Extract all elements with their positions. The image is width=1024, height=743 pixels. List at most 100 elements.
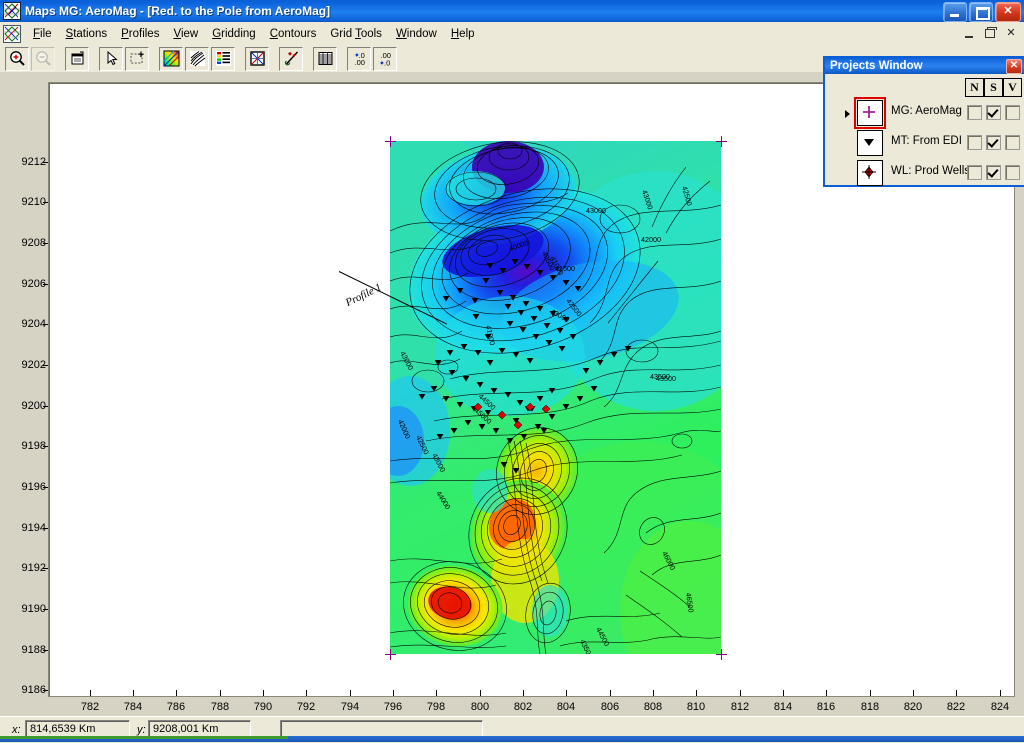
grid-image-icon (249, 50, 266, 67)
menu-gridding[interactable]: Gridding (205, 25, 262, 43)
title-bar: Maps MG: AeroMag - [Red. to the Pole fro… (0, 0, 1024, 22)
mdi-restore-button[interactable] (981, 25, 999, 42)
checkbox-s-aeromag[interactable] (986, 105, 1001, 120)
x-tick-label: 790 (253, 701, 273, 713)
corner-marker-se (716, 649, 727, 660)
column-header-n: N (965, 78, 984, 97)
application-window: Maps MG: AeroMag - [Red. to the Pole fro… (0, 0, 1024, 743)
plus-marker-icon[interactable] (854, 97, 886, 129)
decrease-decimals-button[interactable]: .00 ✦ .0 (373, 46, 397, 71)
x-tick-label: 816 (816, 701, 836, 713)
current-row-arrow (845, 110, 850, 118)
menu-contours[interactable]: Contours (263, 25, 324, 43)
menu-help[interactable]: Help (444, 25, 482, 43)
rubber-band-zoom-button[interactable] (125, 46, 149, 71)
increase-decimals-button[interactable]: ✦ .0 .00 (347, 46, 371, 71)
color-fill-button[interactable] (159, 46, 183, 71)
x-tick-label: 784 (123, 701, 143, 713)
projects-window[interactable]: Projects Window ✕ N S V MG: AeroMag MT: … (823, 56, 1024, 187)
x-coordinate-label: x: (12, 724, 21, 736)
svg-text:.0: .0 (384, 58, 390, 67)
data-table-button[interactable] (313, 46, 337, 71)
checkbox-s-prod-wells[interactable] (986, 165, 1001, 180)
x-tick-label: 800 (470, 701, 490, 713)
x-tick-label: 794 (340, 701, 360, 713)
restore-button[interactable] (969, 2, 993, 22)
x-tick-label: 796 (383, 701, 403, 713)
x-tick-label: 788 (210, 701, 230, 713)
checkbox-n-from-edi[interactable] (967, 135, 982, 150)
zoom-in-icon (9, 50, 26, 67)
menu-window[interactable]: Window (389, 25, 444, 43)
project-row-aeromag[interactable]: MG: AeroMag (825, 97, 1024, 129)
contour-lines-button[interactable] (185, 46, 209, 71)
menu-grid-tools[interactable]: Grid Tools (323, 25, 389, 43)
menu-stations[interactable]: Stations (59, 25, 115, 43)
checkbox-n-prod-wells[interactable] (967, 165, 982, 180)
x-tick-label: 820 (903, 701, 923, 713)
increase-decimals-icon: ✦ .0 .00 (351, 50, 368, 67)
window-title: Maps MG: AeroMag - [Red. to the Pole fro… (25, 4, 331, 18)
zoom-out-icon (35, 50, 52, 67)
pointer-select-button[interactable] (99, 46, 123, 71)
x-tick-label: 822 (946, 701, 966, 713)
grid-image-button[interactable] (245, 46, 269, 71)
column-header-s: S (984, 78, 1003, 97)
x-tick-label: 818 (860, 701, 880, 713)
mdi-minimize-button[interactable] (960, 25, 978, 42)
projects-window-title: Projects Window (830, 60, 923, 72)
x-tick-label: 806 (600, 701, 620, 713)
triangle-marker-icon[interactable] (857, 130, 883, 156)
x-tick-label: 792 (296, 701, 316, 713)
color-legend-button[interactable] (211, 46, 235, 71)
project-label: MG: AeroMag (891, 105, 962, 117)
menu-file[interactable]: File (26, 25, 59, 43)
x-tick-label: 812 (730, 701, 750, 713)
decrease-decimals-icon: .00 ✦ .0 (377, 50, 394, 67)
profile-tool-icon (283, 50, 300, 67)
rubber-band-zoom-icon (129, 50, 146, 67)
projects-window-body: N S V MG: AeroMag MT: From EDI WL: Prod … (825, 74, 1024, 188)
x-tick-label: 802 (513, 701, 533, 713)
x-tick-label: 808 (643, 701, 663, 713)
taskbar-strip (0, 736, 1024, 742)
project-label: MT: From EDI (891, 135, 962, 147)
well-marker-icon[interactable] (857, 160, 883, 186)
checkbox-v-prod-wells[interactable] (1005, 165, 1020, 180)
checkbox-s-from-edi[interactable] (986, 135, 1001, 150)
project-row-prod-wells[interactable]: WL: Prod Wells (825, 158, 1024, 188)
corner-marker-nw (385, 136, 396, 147)
profile-tool-button[interactable] (279, 46, 303, 71)
close-button[interactable]: ✕ (995, 2, 1021, 22)
y-axis: 9212 9210 9208 9206 9204 9202 9200 9198 … (0, 72, 48, 716)
zoom-in-button[interactable] (5, 46, 29, 71)
project-row-from-edi[interactable]: MT: From EDI (825, 128, 1024, 158)
mdi-window-controls: ✕ (960, 25, 1020, 42)
checkbox-v-aeromag[interactable] (1005, 105, 1020, 120)
projects-window-close-button[interactable]: ✕ (1006, 59, 1022, 74)
svg-text:43500: 43500 (650, 372, 670, 381)
data-table-icon (317, 50, 334, 67)
minimize-button[interactable] (943, 2, 967, 22)
print-preview-button[interactable] (65, 46, 89, 71)
mdi-close-button[interactable]: ✕ (1002, 25, 1020, 42)
x-tick-label: 798 (426, 701, 446, 713)
x-tick-label: 786 (166, 701, 186, 713)
corner-marker-ne (716, 136, 727, 147)
column-header-v: V (1003, 78, 1022, 97)
x-axis: 782 784 786 788 790 792 794 796 798 800 … (0, 690, 1024, 714)
x-tick-label: 814 (773, 701, 793, 713)
menu-profiles[interactable]: Profiles (114, 25, 166, 43)
menu-file-label: ile (40, 27, 52, 40)
x-tick-label: 804 (556, 701, 576, 713)
menu-view[interactable]: View (166, 25, 205, 43)
svg-text:42000: 42000 (641, 235, 661, 244)
checkbox-n-aeromag[interactable] (967, 105, 982, 120)
zoom-out-button[interactable] (31, 46, 55, 71)
svg-text:41500: 41500 (555, 264, 575, 273)
checkbox-v-from-edi[interactable] (1005, 135, 1020, 150)
print-preview-icon (69, 50, 86, 67)
x-tick-label: 810 (686, 701, 706, 713)
maps-app-icon (3, 2, 21, 20)
x-tick-label: 782 (80, 701, 100, 713)
